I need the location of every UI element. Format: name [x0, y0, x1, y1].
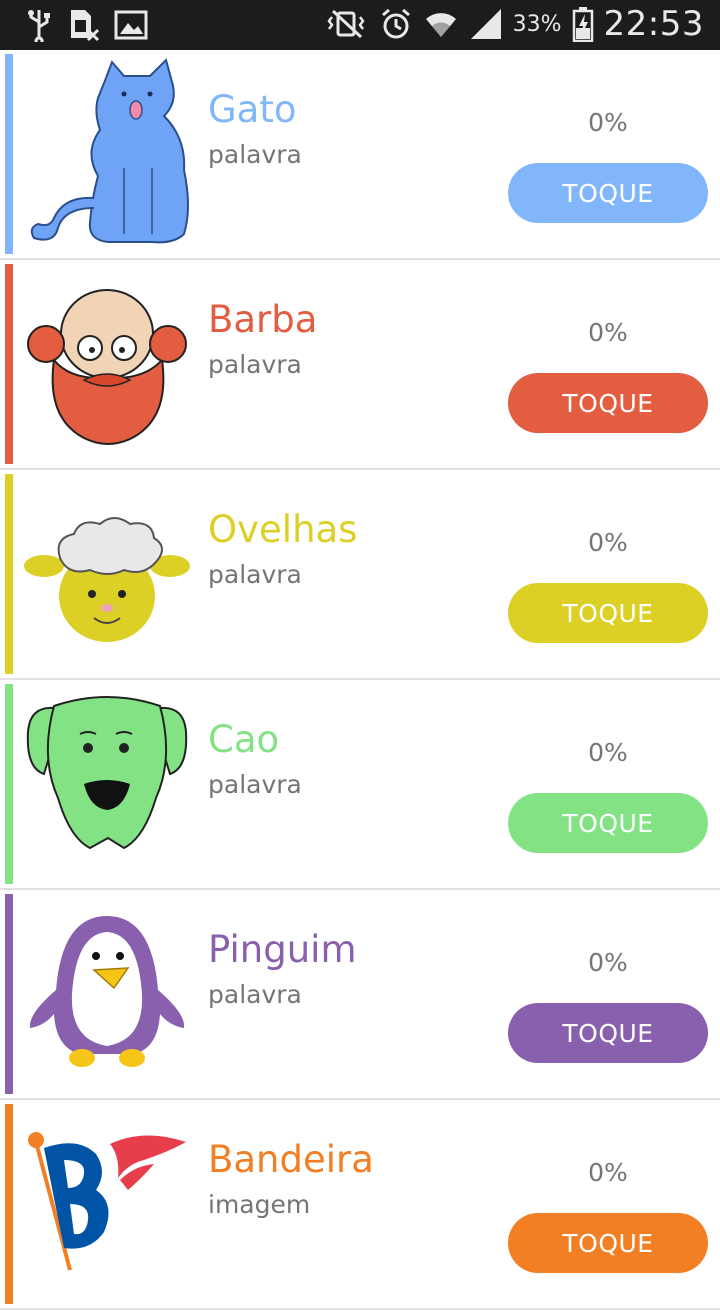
sim-card-icon	[68, 8, 100, 42]
list-item-gato[interactable]: Gato palavra 0% TOQUE	[0, 50, 720, 260]
list-item-pinguim[interactable]: Pinguim palavra 0% TOQUE	[0, 890, 720, 1100]
toque-button[interactable]: TOQUE	[508, 373, 708, 433]
toque-button[interactable]: TOQUE	[508, 163, 708, 223]
wifi-icon	[423, 7, 459, 41]
item-type: palavra	[208, 350, 302, 379]
toque-button[interactable]: TOQUE	[508, 793, 708, 853]
toque-button[interactable]: TOQUE	[508, 1003, 708, 1063]
battery-charging-icon	[572, 6, 594, 42]
progress-percent: 0%	[588, 738, 628, 767]
usb-icon	[24, 8, 54, 42]
accent-bar	[5, 474, 13, 674]
toque-button[interactable]: TOQUE	[508, 583, 708, 643]
accent-bar	[5, 54, 13, 254]
item-title: Pinguim	[208, 928, 357, 971]
item-title: Ovelhas	[208, 508, 358, 551]
alarm-icon	[379, 7, 413, 41]
list-item-barba[interactable]: Barba palavra 0% TOQUE	[0, 260, 720, 470]
clock: 22:53	[603, 4, 704, 44]
list-item-ovelhas[interactable]: Ovelhas palavra 0% TOQUE	[0, 470, 720, 680]
progress-percent: 0%	[588, 108, 628, 137]
cat-image	[24, 58, 190, 250]
item-title: Bandeira	[208, 1138, 374, 1181]
vibrate-mute-icon	[323, 7, 369, 41]
battery-percentage: 33%	[512, 11, 562, 37]
progress-percent: 0%	[588, 528, 628, 557]
item-type: imagem	[208, 1190, 311, 1219]
status-bar: 33% 22:53	[0, 0, 720, 50]
toque-button[interactable]: TOQUE	[508, 1213, 708, 1273]
item-type: palavra	[208, 980, 302, 1009]
accent-bar	[5, 264, 13, 464]
signal-icon	[469, 7, 503, 41]
progress-percent: 0%	[588, 948, 628, 977]
list-item-bandeira[interactable]: Bandeira imagem 0% TOQUE	[0, 1100, 720, 1310]
item-title: Gato	[208, 88, 297, 131]
item-type: palavra	[208, 560, 302, 589]
accent-bar	[5, 894, 13, 1094]
flag-image	[24, 1108, 190, 1300]
dog-image	[24, 688, 190, 880]
progress-percent: 0%	[588, 1158, 628, 1187]
item-title: Cao	[208, 718, 280, 761]
accent-bar	[5, 1104, 13, 1304]
item-title: Barba	[208, 298, 318, 341]
sheep-image	[24, 478, 190, 670]
item-type: palavra	[208, 770, 302, 799]
bearded-man-image	[24, 268, 190, 460]
penguin-image	[24, 898, 190, 1090]
progress-percent: 0%	[588, 318, 628, 347]
item-type: palavra	[208, 140, 302, 169]
word-list: Gato palavra 0% TOQUE Barba palavra 0% T…	[0, 50, 720, 1310]
accent-bar	[5, 684, 13, 884]
list-item-cao[interactable]: Cao palavra 0% TOQUE	[0, 680, 720, 890]
image-icon	[114, 9, 148, 41]
